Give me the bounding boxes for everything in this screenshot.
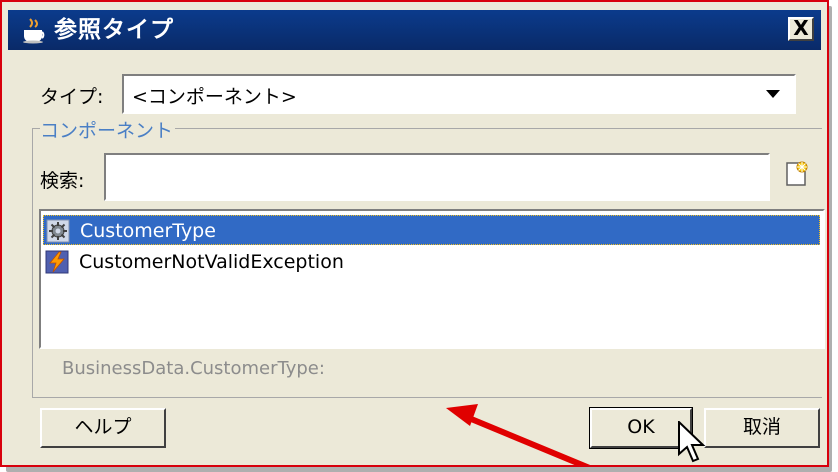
mouse-pointer-icon — [678, 421, 706, 463]
reference-type-dialog: 参照タイプ X タイプ: <コンポーネント> コンポーネント 検索: Custo… — [0, 0, 829, 467]
annotation-arrow — [446, 404, 591, 465]
